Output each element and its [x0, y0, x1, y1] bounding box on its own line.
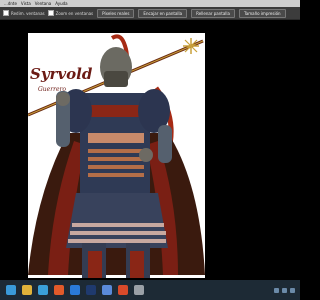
right-arm	[158, 125, 172, 163]
helmet-mask	[104, 71, 128, 87]
resize-windows-label: Redim. ventanas	[11, 10, 45, 16]
chrome-icon[interactable]	[118, 285, 128, 295]
fit-screen-button[interactable]: Encajar en pantalla	[138, 8, 188, 18]
store-icon[interactable]	[102, 285, 112, 295]
taskbar	[0, 280, 300, 300]
zoom-windows-checkbox[interactable]: Zoom en ventanas	[47, 10, 94, 16]
armor-belt	[88, 133, 144, 143]
options-bar: Redim. ventanas Zoom en ventanas Píxeles…	[0, 7, 300, 20]
actual-pixels-button[interactable]: Píxeles reales	[97, 8, 135, 18]
right-gauntlet	[139, 148, 153, 162]
checkbox-icon	[3, 10, 9, 16]
left-leg-guard	[88, 251, 102, 278]
start-icon[interactable]	[6, 285, 16, 295]
menu-item-help[interactable]: Ayuda	[55, 1, 67, 6]
armor-sash	[86, 105, 144, 117]
resize-windows-checkbox[interactable]: Redim. ventanas	[3, 10, 45, 16]
menu-item-edit[interactable]: ...dnte	[4, 1, 17, 6]
network-icon[interactable]	[274, 287, 279, 293]
app-icon[interactable]	[70, 285, 80, 295]
skirt-stripes	[68, 223, 166, 243]
system-tray[interactable]	[274, 287, 295, 293]
artwork-title: Syrvold	[30, 65, 93, 83]
right-leg-guard	[130, 251, 144, 278]
fill-screen-button[interactable]: Rellenar pantalla	[191, 8, 235, 18]
media-icon[interactable]	[54, 285, 64, 295]
left-gauntlet	[56, 92, 70, 106]
volume-icon[interactable]	[282, 287, 287, 293]
print-size-button[interactable]: Tamaño impresión	[238, 8, 286, 18]
menu-bar: ...dnte Vista Ventana Ayuda	[0, 0, 300, 7]
clock-icon[interactable]	[290, 287, 295, 293]
settings-icon[interactable]	[134, 285, 144, 295]
document-canvas[interactable]: Syrvold Guerrero	[28, 33, 205, 278]
photoshop-icon[interactable]	[86, 285, 96, 295]
menu-item-view[interactable]: Vista	[21, 1, 31, 6]
browser-icon[interactable]	[38, 285, 48, 295]
warrior-artwork: Syrvold Guerrero	[28, 34, 205, 278]
file-explorer-icon[interactable]	[22, 285, 32, 295]
checkbox-icon	[47, 10, 54, 16]
artwork-subtitle: Guerrero	[38, 86, 66, 93]
spear-head	[183, 38, 199, 54]
menu-item-window[interactable]: Ventana	[35, 1, 51, 6]
zoom-windows-label: Zoom en ventanas	[55, 10, 94, 16]
